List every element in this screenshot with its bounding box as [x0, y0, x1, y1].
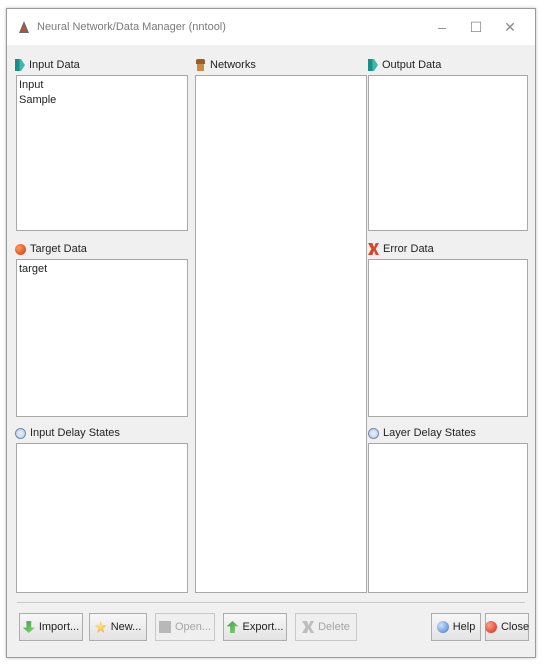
matlab-app-icon: [17, 20, 31, 34]
networks-header: Networks: [195, 57, 256, 73]
output-data-header: Output Data: [368, 57, 441, 73]
input-data-icon: [15, 59, 25, 71]
window-controls: – ☐ ✕: [425, 9, 527, 45]
target-data-header: Target Data: [15, 241, 87, 257]
import-button[interactable]: Import...: [19, 613, 83, 641]
error-data-label: Error Data: [383, 243, 434, 255]
input-data-header: Input Data: [15, 57, 80, 73]
error-data-icon: [368, 243, 379, 255]
close-button[interactable]: Close: [484, 613, 530, 641]
networks-label: Networks: [210, 59, 256, 71]
delay-states-icon: [15, 427, 26, 439]
target-data-label: Target Data: [30, 243, 87, 255]
layer-delay-states-header: Layer Delay States: [368, 425, 476, 441]
delete-icon: [302, 621, 315, 633]
close-button-label: Close: [500, 621, 530, 633]
export-button[interactable]: Export...: [223, 613, 287, 641]
layer-delay-states-label: Layer Delay States: [383, 427, 476, 439]
target-data-list[interactable]: target: [16, 259, 188, 417]
export-button-label: Export...: [242, 621, 284, 633]
open-button[interactable]: Open...: [155, 613, 215, 641]
error-data-list[interactable]: [368, 259, 528, 417]
title-bar: Neural Network/Data Manager (nntool) – ☐…: [7, 9, 535, 45]
input-delay-states-header: Input Delay States: [15, 425, 120, 441]
help-icon: [436, 621, 449, 633]
input-delay-states-list[interactable]: [16, 443, 188, 593]
maximize-button[interactable]: ☐: [459, 19, 493, 36]
layer-delay-states-list[interactable]: [368, 443, 528, 593]
error-data-header: Error Data: [368, 241, 434, 257]
list-item[interactable]: target: [17, 262, 187, 277]
nntool-window: Neural Network/Data Manager (nntool) – ☐…: [6, 8, 536, 658]
import-button-label: Import...: [38, 621, 80, 633]
import-icon: [22, 621, 35, 633]
output-data-icon: [368, 59, 378, 71]
output-data-list[interactable]: [368, 75, 528, 231]
input-data-label: Input Data: [29, 59, 80, 71]
minimize-button[interactable]: –: [425, 19, 459, 35]
network-icon: [195, 59, 206, 71]
close-window-button[interactable]: ✕: [493, 19, 527, 36]
input-data-list[interactable]: Input Sample: [16, 75, 188, 231]
output-data-label: Output Data: [382, 59, 442, 71]
close-icon: [484, 621, 497, 633]
delay-states-icon: [368, 427, 379, 439]
help-button-label: Help: [452, 621, 476, 633]
networks-list[interactable]: [195, 75, 367, 593]
list-item[interactable]: Input: [17, 78, 187, 93]
delete-button-label: Delete: [318, 621, 350, 633]
list-item[interactable]: Sample: [17, 93, 187, 108]
help-button[interactable]: Help: [431, 613, 481, 641]
window-title: Neural Network/Data Manager (nntool): [37, 21, 226, 33]
input-delay-states-label: Input Delay States: [30, 427, 120, 439]
new-button-label: New...: [110, 621, 142, 633]
new-icon: [94, 621, 107, 633]
open-icon: [158, 621, 171, 633]
divider: [17, 602, 525, 603]
export-icon: [226, 621, 239, 633]
open-button-label: Open...: [174, 621, 212, 633]
target-data-icon: [15, 243, 26, 255]
delete-button[interactable]: Delete: [295, 613, 357, 641]
new-button[interactable]: New...: [89, 613, 147, 641]
